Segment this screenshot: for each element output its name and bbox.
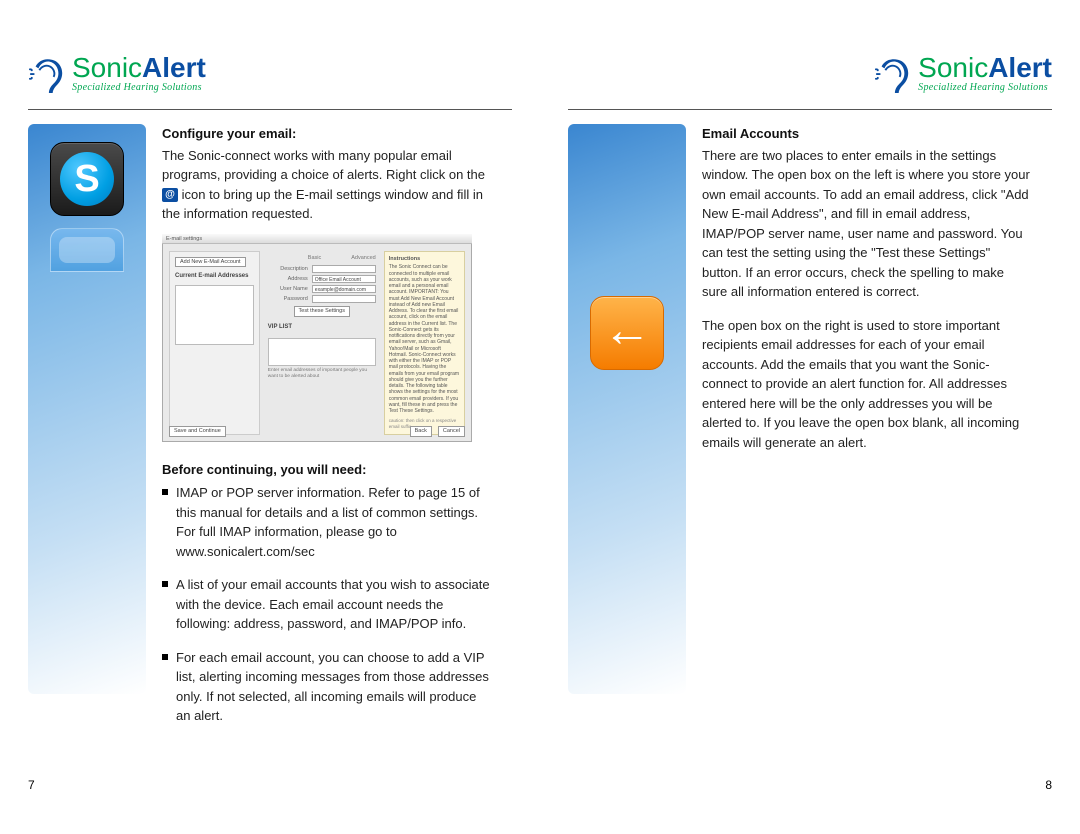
sidebar-strip: ← [568,124,686,694]
logo-word-alert: Alert [988,52,1052,83]
configure-email-paragraph: The Sonic-connect works with many popula… [162,146,492,224]
screenshot-cancel-button: Cancel [438,426,465,437]
manual-page-7: SonicAlert Specialized Hearing Solutions… [0,0,540,834]
logo-tagline: Specialized Hearing Solutions [72,80,206,95]
page-number: 8 [1045,776,1052,794]
sidebar-strip: S [28,124,146,694]
skype-icon: S [50,142,124,216]
screenshot-test-settings-button: Test these Settings [294,306,350,317]
brand-logo: SonicAlert Specialized Hearing Solutions [28,54,512,95]
before-continuing-heading: Before continuing, you will need: [162,460,492,480]
email-settings-inline-icon [162,188,178,202]
logo-tagline: Specialized Hearing Solutions [918,80,1052,95]
manual-page-8: SonicAlert Specialized Hearing Solutions… [540,0,1080,834]
screenshot-titlebar: E-mail settings [162,234,472,244]
configure-email-heading: Configure your email: [162,124,492,144]
screenshot-save-continue-button: Save and Continue [169,426,226,437]
email-accounts-paragraph-1: There are two places to enter emails in … [702,146,1032,302]
ear-icon [874,56,912,94]
email-accounts-paragraph-2: The open box on the right is used to sto… [702,316,1032,453]
brand-logo: SonicAlert Specialized Hearing Solutions [568,54,1052,95]
screenshot-add-account-button: Add New E-Mail Account [175,257,246,268]
email-accounts-heading: Email Accounts [702,124,1032,144]
page-number: 7 [28,776,35,794]
header-rule [28,109,512,110]
email-settings-screenshot: E-mail settings Add New E-Mail Account C… [162,234,472,442]
list-item: For each email account, you can choose t… [162,648,492,726]
list-item: IMAP or POP server information. Refer to… [162,483,492,561]
ear-icon [28,56,66,94]
faded-app-icon [50,228,124,272]
logo-word-sonic: Sonic [72,52,142,83]
logo-word-sonic: Sonic [918,52,988,83]
back-arrow-icon: ← [590,296,664,370]
list-item: A list of your email accounts that you w… [162,575,492,634]
logo-word-alert: Alert [142,52,206,83]
screenshot-current-addresses-heading: Current E-mail Addresses [175,273,254,281]
screenshot-back-button: Back [410,426,432,437]
header-rule [568,109,1052,110]
prerequisites-list: IMAP or POP server information. Refer to… [162,483,492,726]
